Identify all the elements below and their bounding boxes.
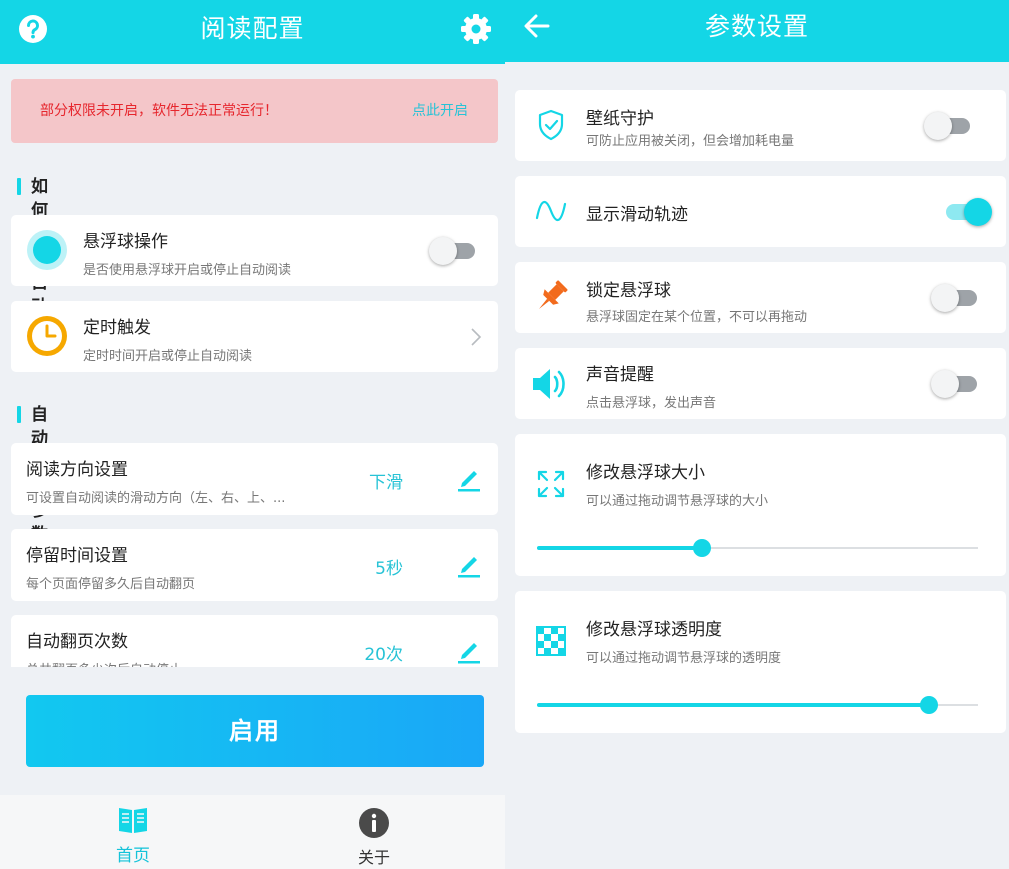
lock-ball-toggle[interactable] <box>931 283 979 312</box>
setting-subtitle: 可以通过拖动调节悬浮球的透明度 <box>586 651 782 666</box>
param-value: 下滑 <box>369 473 403 493</box>
float-ball-toggle[interactable] <box>429 236 477 265</box>
param-title: 阅读方向设置 <box>26 460 128 480</box>
direction-setting[interactable]: 阅读方向设置 可设置自动阅读的滑动方向（左、右、上、... 下滑 <box>11 443 498 515</box>
chevron-right-icon <box>471 328 482 346</box>
timer-trigger-setting[interactable]: 定时触发 定时时间开启或停止自动阅读 <box>11 301 498 372</box>
lock-ball-setting[interactable]: 锁定悬浮球 悬浮球固定在某个位置，不可以再拖动 <box>515 262 1006 333</box>
ball-size-setting: 修改悬浮球大小 可以通过拖动调节悬浮球的大小 <box>515 434 1006 576</box>
nav-about[interactable]: 关于 <box>304 795 444 869</box>
show-trail-toggle[interactable] <box>944 197 992 226</box>
pin-icon <box>538 280 568 310</box>
slider-fill <box>537 546 703 550</box>
checkerboard-icon <box>536 626 566 656</box>
section-accent <box>17 178 21 195</box>
nav-label: 首页 <box>116 846 150 866</box>
stay-time-setting[interactable]: 停留时间设置 每个页面停留多久后自动翻页 5秒 <box>11 529 498 601</box>
params-list: 阅读方向设置 可设置自动阅读的滑动方向（左、右、上、... 下滑 停留时间设置 … <box>0 443 505 667</box>
setting-title: 修改悬浮球透明度 <box>586 620 722 640</box>
slider-fill <box>537 703 930 707</box>
nav-label: 关于 <box>357 848 390 867</box>
ball-size-slider[interactable] <box>537 538 978 558</box>
parameter-settings-screen: 参数设置 壁纸守护 可防止应用被关闭，但会增加耗电量 显示滑动轨迹 锁定悬浮球 … <box>505 0 1009 869</box>
book-icon <box>119 808 147 833</box>
warning-message: 部分权限未开启，软件无法正常运行！ <box>40 103 278 119</box>
edit-pencil-icon[interactable] <box>457 466 481 492</box>
wave-icon <box>535 201 567 221</box>
enable-permission-link[interactable]: 点此开启 <box>412 79 468 143</box>
param-value: 20次 <box>364 645 403 665</box>
permission-warning: 部分权限未开启，软件无法正常运行！ 点此开启 <box>11 79 498 143</box>
setting-subtitle: 定时时间开启或停止自动阅读 <box>83 349 253 364</box>
setting-title: 锁定悬浮球 <box>586 281 671 301</box>
setting-title: 修改悬浮球大小 <box>586 463 705 483</box>
wallpaper-guard-setting[interactable]: 壁纸守护 可防止应用被关闭，但会增加耗电量 <box>515 90 1006 161</box>
setting-subtitle: 可防止应用被关闭，但会增加耗电量 <box>586 134 795 149</box>
page-title: 参数设置 <box>704 12 809 41</box>
app-bar: 参数设置 <box>505 0 1009 62</box>
sound-alert-setting[interactable]: 声音提醒 点击悬浮球，发出声音 <box>515 348 1006 419</box>
setting-title: 声音提醒 <box>586 365 654 385</box>
param-subtitle: 每个页面停留多久后自动翻页 <box>26 577 196 592</box>
reading-config-screen: 阅读配置 部分权限未开启，软件无法正常运行！ 点此开启 如何触发自动阅读 悬浮球… <box>0 0 505 869</box>
wallpaper-guard-toggle[interactable] <box>924 111 972 140</box>
ball-opacity-slider[interactable] <box>537 695 978 715</box>
param-subtitle: 总共翻页多少次后自动停止 <box>26 659 182 667</box>
setting-subtitle: 点击悬浮球，发出声音 <box>586 396 717 411</box>
param-title: 停留时间设置 <box>26 546 128 566</box>
setting-title: 悬浮球操作 <box>83 232 168 252</box>
slider-thumb[interactable] <box>920 696 939 714</box>
enable-button[interactable]: 启用 <box>26 695 484 767</box>
slider-thumb[interactable] <box>693 539 712 557</box>
setting-title: 显示滑动轨迹 <box>586 205 688 225</box>
speaker-icon <box>533 369 565 399</box>
float-ball-setting[interactable]: 悬浮球操作 是否使用悬浮球开启或停止自动阅读 <box>11 215 498 286</box>
section-accent <box>17 406 21 423</box>
expand-arrows-icon <box>537 470 565 498</box>
sound-alert-toggle[interactable] <box>931 369 979 398</box>
param-title: 自动翻页次数 <box>26 632 128 652</box>
bottom-navigation: 首页 关于 <box>0 795 505 869</box>
float-ball-icon <box>27 230 67 270</box>
nav-home[interactable]: 首页 <box>63 795 203 869</box>
shield-check-icon <box>538 109 564 141</box>
edit-pencil-icon[interactable] <box>457 552 481 578</box>
setting-subtitle: 可以通过拖动调节悬浮球的大小 <box>586 494 769 509</box>
setting-title: 壁纸守护 <box>586 109 654 129</box>
setting-subtitle: 是否使用悬浮球开启或停止自动阅读 <box>83 263 292 278</box>
page-title: 阅读配置 <box>200 14 305 43</box>
param-value: 5秒 <box>375 559 403 579</box>
page-count-setting[interactable]: 自动翻页次数 总共翻页多少次后自动停止 20次 <box>11 615 498 667</box>
setting-title: 定时触发 <box>83 318 151 338</box>
param-subtitle: 可设置自动阅读的滑动方向（左、右、上、... <box>26 491 286 506</box>
clock-icon <box>27 316 67 356</box>
ball-opacity-setting: 修改悬浮球透明度 可以通过拖动调节悬浮球的透明度 <box>515 591 1006 733</box>
gear-icon[interactable] <box>460 13 492 45</box>
show-trail-setting[interactable]: 显示滑动轨迹 <box>515 176 1006 247</box>
edit-pencil-icon[interactable] <box>457 638 481 664</box>
info-icon <box>359 808 389 838</box>
setting-subtitle: 悬浮球固定在某个位置，不可以再拖动 <box>586 310 808 325</box>
app-bar: 阅读配置 <box>0 0 505 64</box>
